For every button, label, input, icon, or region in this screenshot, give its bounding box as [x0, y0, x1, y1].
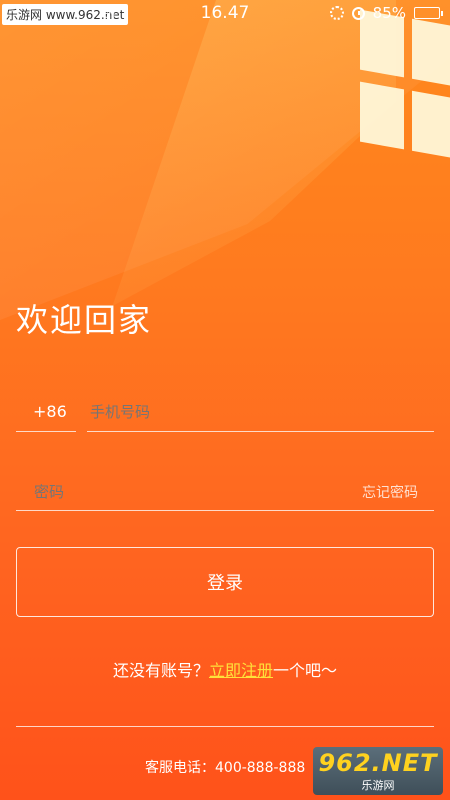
- welcome-title: 欢迎回家: [16, 301, 153, 339]
- alarm-icon: [351, 6, 365, 20]
- footer-divider: [16, 726, 434, 727]
- battery-percent: 85%: [372, 4, 406, 22]
- login-button[interactable]: 登录: [16, 547, 434, 617]
- forgot-password-link[interactable]: 忘记密码: [362, 482, 418, 502]
- phone-underline: [87, 431, 434, 432]
- status-icons: 85%: [329, 4, 443, 22]
- register-prefix: 还没有账号？: [112, 661, 209, 680]
- brand-logo-main: 962.NET: [318, 749, 438, 777]
- register-link[interactable]: 立即注册: [209, 661, 273, 680]
- password-input[interactable]: [32, 478, 286, 506]
- register-prompt: 还没有账号？立即注册一个吧～: [0, 657, 450, 681]
- phone-number-input[interactable]: [88, 398, 422, 426]
- brand-watermark-logo: 962.NET 乐游网: [313, 747, 443, 795]
- brand-logo-sub: 乐游网: [361, 779, 395, 792]
- country-code-selector[interactable]: +86: [33, 402, 67, 421]
- activity-spinner-icon: [329, 6, 344, 20]
- country-code-underline: [16, 431, 76, 432]
- login-screen: 乐游网 www.962.net er 16.47 85% 欢迎回家 +86 忘记…: [0, 0, 450, 800]
- customer-service-phone[interactable]: 客服电话：400-888-888: [145, 757, 305, 777]
- password-underline: [16, 510, 434, 511]
- battery-icon: [414, 7, 443, 19]
- status-bar: 乐游网 www.962.net er 16.47 85%: [0, 0, 450, 28]
- register-suffix: 一个吧～: [273, 661, 338, 680]
- window-light-decoration: [360, 9, 450, 177]
